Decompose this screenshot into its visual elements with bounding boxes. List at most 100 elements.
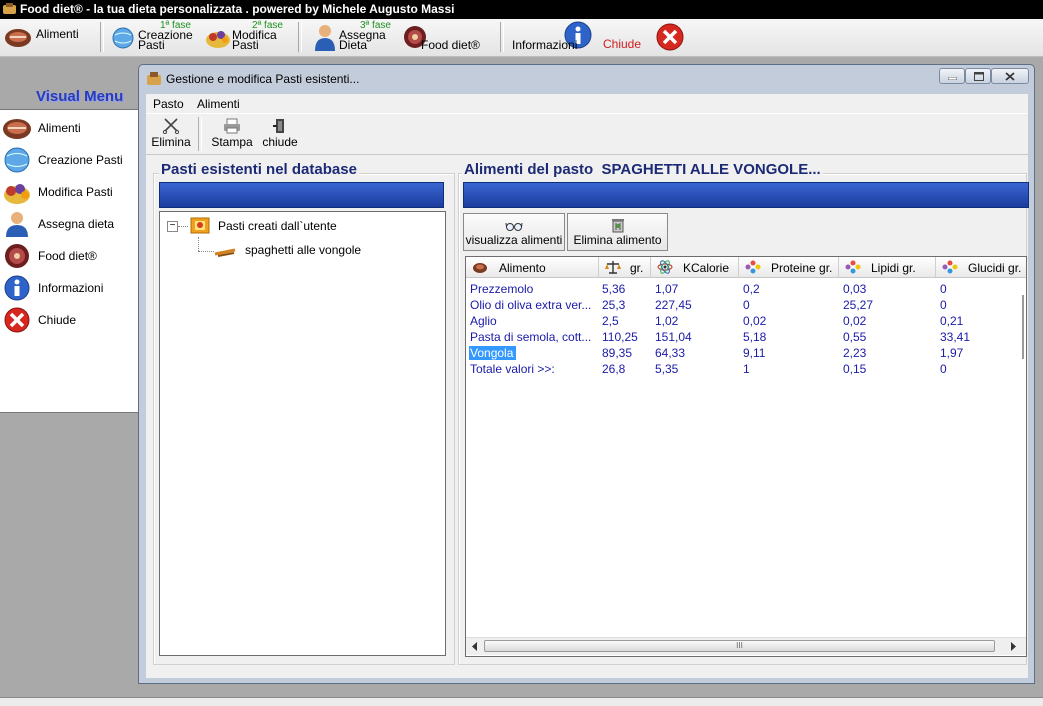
toolbar-informazioni-label: Informazioni — [512, 38, 578, 52]
cell-glucidi: 0 — [940, 298, 947, 312]
table-row[interactable]: Vongola 89,35 64,33 9,11 2,23 1,97 — [466, 344, 1022, 360]
cell-kcalorie: 1,07 — [655, 282, 679, 296]
cell-lipidi: 2,23 — [843, 346, 867, 360]
elimina-alimento-button[interactable]: Elimina alimento — [567, 213, 668, 251]
cell-proteine: 9,11 — [743, 346, 766, 360]
cell-kcalorie: 64,33 — [655, 346, 686, 360]
visual-menu-item-food-diet[interactable]: Food diet® — [0, 240, 140, 270]
horizontal-scrollbar[interactable]: III — [466, 637, 1026, 655]
flower-icon — [845, 260, 861, 274]
maximize-button[interactable] — [965, 68, 991, 84]
tree-expander[interactable]: − — [167, 221, 178, 232]
vertical-scrollbar-thumb[interactable] — [1022, 295, 1024, 359]
visual-menu-item-chiude[interactable]: Chiude — [0, 304, 140, 334]
toolbar-modifica-pasti-button[interactable]: 2ª fase Modifica Pasti — [202, 19, 290, 56]
column-header-kcalorie[interactable]: KCalorie — [651, 257, 739, 278]
cell-proteine: 0,02 — [743, 314, 767, 328]
toolbar-informazioni-button[interactable]: Informazioni — [511, 19, 593, 56]
tree-root-label[interactable]: Pasti creati dall`utente — [218, 219, 337, 233]
cell-proteine: 0 — [743, 298, 750, 312]
column-header-grammi[interactable]: gr. — [599, 257, 651, 278]
toolbar-assegna-dieta-button[interactable]: 3ª fase Assegna Dieta — [310, 19, 398, 56]
toolbar-dieta-label: Dieta — [339, 38, 368, 52]
toolbar-food-diet-button[interactable]: Food diet® — [401, 19, 493, 56]
column-header-label: KCalorie — [683, 261, 730, 275]
foods-table[interactable]: Alimento gr. KCalorie Proteine gr. Lipid… — [465, 256, 1027, 657]
atom-icon — [657, 260, 673, 274]
toolbar-chiude-button[interactable]: Chiude — [601, 19, 691, 56]
tree-child-label[interactable]: spaghetti alle vongole — [245, 243, 361, 257]
tree-line — [198, 251, 214, 252]
close-icon — [1005, 72, 1015, 81]
cell-grammi: 5,36 — [602, 282, 626, 296]
cell-proteine: 1 — [743, 362, 750, 376]
cell-alimento: Olio di oliva extra ver... — [470, 298, 592, 312]
visual-menu-label: Modifica Pasti — [38, 185, 113, 199]
app-logo-icon — [147, 72, 161, 85]
meat-icon — [3, 119, 31, 139]
visualizza-alimenti-button[interactable]: visualizza alimenti — [463, 213, 565, 251]
scale-icon — [605, 261, 621, 274]
cell-lipidi: 25,27 — [843, 298, 874, 312]
cell-proteine: 0,2 — [743, 282, 760, 296]
column-header-alimento[interactable]: Alimento — [466, 257, 599, 278]
minimize-button[interactable] — [939, 68, 965, 84]
chiude-button[interactable]: chiude — [259, 118, 301, 152]
cell-glucidi: 33,41 — [940, 330, 971, 344]
visual-menu-item-alimenti[interactable]: Alimenti — [0, 112, 140, 142]
trash-icon — [611, 219, 624, 233]
visual-menu-item-creazione-pasti[interactable]: Creazione Pasti — [0, 144, 140, 174]
cell-grammi: 110,25 — [602, 330, 638, 344]
chiude-label: chiude — [262, 135, 298, 149]
table-row[interactable]: Pasta di semola, cott... 110,25 151,04 5,18… — [466, 328, 1022, 344]
visual-menu-item-informazioni[interactable]: Informazioni — [0, 272, 140, 302]
cell-kcalorie: 5,35 — [655, 362, 679, 376]
toolbar-creazione-pasti-button[interactable]: 1ª fase Creazione Pasti — [110, 19, 200, 56]
user-icon — [315, 25, 335, 51]
toolbar-pasti-label: Pasti — [138, 38, 165, 52]
scroll-right-icon[interactable] — [1010, 642, 1017, 651]
app-logo-icon — [3, 3, 16, 14]
tree-line — [198, 237, 199, 251]
visual-menu-label: Creazione Pasti — [38, 153, 123, 167]
stampa-button[interactable]: Stampa — [210, 118, 254, 152]
elimina-button[interactable]: Elimina — [150, 118, 192, 152]
menu-alimenti[interactable]: Alimenti — [197, 97, 240, 111]
column-header-glucidi[interactable]: Glucidi gr. — [936, 257, 1026, 278]
horizontal-scroll-thumb[interactable]: III — [484, 640, 995, 652]
main-toolbar: Alimenti 1ª fase Creazione Pasti 2ª fase… — [0, 19, 1043, 57]
toolbar-separator — [198, 117, 202, 151]
column-header-lipidi[interactable]: Lipidi gr. — [839, 257, 936, 278]
info-icon — [4, 275, 30, 301]
visual-menu-item-modifica-pasti[interactable]: Modifica Pasti — [0, 176, 140, 206]
elimina-alimento-label: Elimina alimento — [573, 233, 662, 247]
table-row[interactable]: Totale valori >>: 26,8 5,35 1 0,15 0 — [466, 360, 1022, 376]
cell-glucidi: 0 — [940, 282, 947, 296]
column-header-proteine[interactable]: Proteine gr. — [739, 257, 839, 278]
window-close-button[interactable] — [991, 68, 1029, 84]
close-icon — [4, 307, 30, 333]
scissors-icon — [162, 118, 180, 134]
table-row[interactable]: Aglio 2,5 1,02 0,02 0,02 0,21 — [466, 312, 1022, 328]
cell-lipidi: 0,03 — [843, 282, 867, 296]
cell-alimento: Vongola — [469, 346, 517, 360]
scroll-left-icon[interactable] — [471, 642, 478, 651]
visual-menu-item-assegna-dieta[interactable]: Assegna dieta — [0, 208, 140, 238]
meals-tree[interactable]: − Pasti creati dall`utente spaghetti all… — [159, 211, 446, 656]
table-row[interactable]: Olio di oliva extra ver... 25,3 227,45 0 25,… — [466, 296, 1022, 312]
cell-glucidi: 0,21 — [940, 314, 964, 328]
cell-lipidi: 0,15 — [843, 362, 867, 376]
visual-menu-label: Food diet® — [38, 249, 97, 263]
visualizza-label: visualizza alimenti — [465, 233, 563, 247]
meals-dialog: Gestione e modifica Pasti esistenti... P… — [138, 64, 1035, 684]
cell-proteine: 5,18 — [743, 330, 767, 344]
toolbar-alimenti-button[interactable]: Alimenti — [2, 19, 90, 56]
table-row[interactable]: Prezzemolo 5,36 1,07 0,2 0,03 0 — [466, 280, 1022, 296]
cell-alimento: Totale valori >>: — [470, 362, 555, 376]
alimenti-group-title: Alimenti del pasto SPAGHETTI ALLE VONGOL… — [462, 161, 823, 178]
menu-pasto[interactable]: Pasto — [153, 97, 184, 111]
app-title: Food diet® - la tua dieta personalizzata… — [20, 2, 455, 16]
tree-line — [178, 226, 188, 227]
plate-icon — [5, 244, 29, 268]
cell-kcalorie: 151,04 — [655, 330, 692, 344]
